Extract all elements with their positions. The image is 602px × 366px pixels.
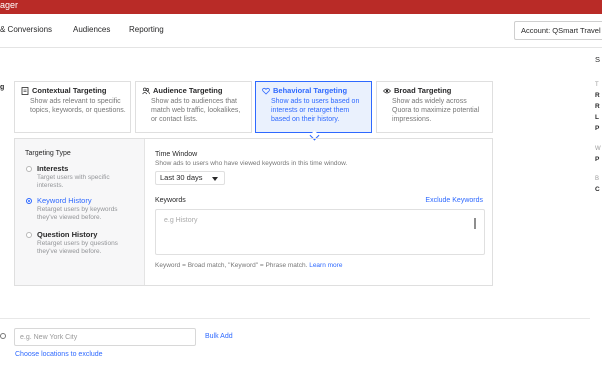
time-window-description: Show ads to users who have viewed keywor…	[155, 160, 348, 167]
nav-tab-conversions[interactable]: & Conversions	[0, 25, 52, 34]
time-window-select[interactable]: Last 30 days	[155, 171, 225, 185]
exclude-keywords-link[interactable]: Exclude Keywords	[425, 197, 483, 204]
caret-down-icon	[212, 177, 218, 181]
option-interests-desc: Target users with specific interests.	[37, 174, 110, 189]
summary-group-label: B	[595, 176, 600, 182]
card-description: Show ads relevant to specific topics, ke…	[30, 98, 126, 114]
card-title: Broad Targeting	[394, 86, 452, 95]
keywords-help-text: Keyword = Broad match, "Keyword" = Phras…	[155, 262, 308, 269]
summary-group-label: W	[595, 146, 601, 152]
summary-item: R	[595, 92, 600, 99]
card-description: Show ads to users based on interests or …	[271, 98, 360, 123]
summary-item: P	[595, 125, 600, 132]
app-title: ager	[0, 0, 19, 10]
radio-question-history[interactable]	[26, 232, 32, 238]
card-broad-targeting[interactable]: Broad Targeting Show ads widely across Q…	[376, 81, 493, 133]
section-divider	[0, 318, 590, 319]
option-interests-label[interactable]: Interests	[37, 164, 68, 173]
exclude-locations-link[interactable]: Choose locations to exclude	[15, 351, 103, 358]
option-question-history-desc: Retarget users by questions they've view…	[37, 240, 118, 255]
time-window-title: Time Window	[155, 151, 198, 158]
card-title: Behavioral Targeting	[273, 86, 348, 95]
card-contextual-targeting[interactable]: Contextual Targeting Show ads relevant t…	[14, 81, 131, 133]
option-keyword-history-label[interactable]: Keyword History	[37, 196, 92, 205]
bulk-add-link[interactable]: Bulk Add	[205, 333, 233, 340]
location-search-input[interactable]	[14, 328, 196, 346]
section-label: g	[0, 84, 5, 91]
text-cursor-icon	[474, 218, 476, 229]
card-title: Contextual Targeting	[32, 86, 107, 95]
option-question-history-label[interactable]: Question History	[37, 230, 97, 239]
document-icon	[21, 86, 29, 95]
summary-item: R	[595, 103, 600, 110]
heart-icon	[262, 87, 270, 95]
card-behavioral-targeting[interactable]: Behavioral Targeting Show ads to users b…	[255, 81, 372, 133]
learn-more-link[interactable]: Learn more	[309, 262, 342, 269]
account-selector[interactable]: Account: QSmart Travel	[514, 21, 602, 40]
keywords-help: Keyword = Broad match, "Keyword" = Phras…	[155, 262, 342, 269]
targeting-type-column: Targeting Type Interests Target users wi…	[15, 139, 145, 285]
option-keyword-history-desc: Retarget users by keywords they've viewe…	[37, 206, 118, 221]
top-nav: & Conversions Audiences Reporting Accoun…	[0, 14, 602, 48]
nav-tab-audiences[interactable]: Audiences	[73, 25, 110, 34]
behavioral-targeting-panel: Targeting Type Interests Target users wi…	[14, 138, 493, 286]
targeting-type-title: Targeting Type	[25, 150, 71, 157]
card-description: Show ads to audiences that match web tra…	[151, 98, 241, 123]
radio-keyword-history[interactable]	[26, 198, 32, 204]
radio-interests[interactable]	[26, 166, 32, 172]
keywords-box	[155, 209, 485, 255]
info-icon	[0, 333, 6, 339]
summary-header: S	[595, 55, 601, 64]
card-audience-targeting[interactable]: Audience Targeting Show ads to audiences…	[135, 81, 252, 133]
nav-tab-reporting[interactable]: Reporting	[129, 25, 164, 34]
card-description: Show ads widely across Quora to maximize…	[392, 98, 480, 123]
keywords-input[interactable]	[156, 210, 484, 254]
summary-group-label: T	[595, 82, 599, 88]
app-header-bar: ager	[0, 0, 602, 14]
targeting-settings-column: Time Window Show ads to users who have v…	[145, 139, 493, 285]
summary-item: C	[595, 186, 600, 193]
keywords-title: Keywords	[155, 197, 186, 204]
summary-item: P	[595, 156, 600, 163]
time-window-value: Last 30 days	[160, 173, 203, 182]
people-icon	[142, 87, 150, 94]
card-title: Audience Targeting	[153, 86, 223, 95]
summary-item: L	[595, 114, 599, 121]
eye-icon	[383, 88, 391, 93]
